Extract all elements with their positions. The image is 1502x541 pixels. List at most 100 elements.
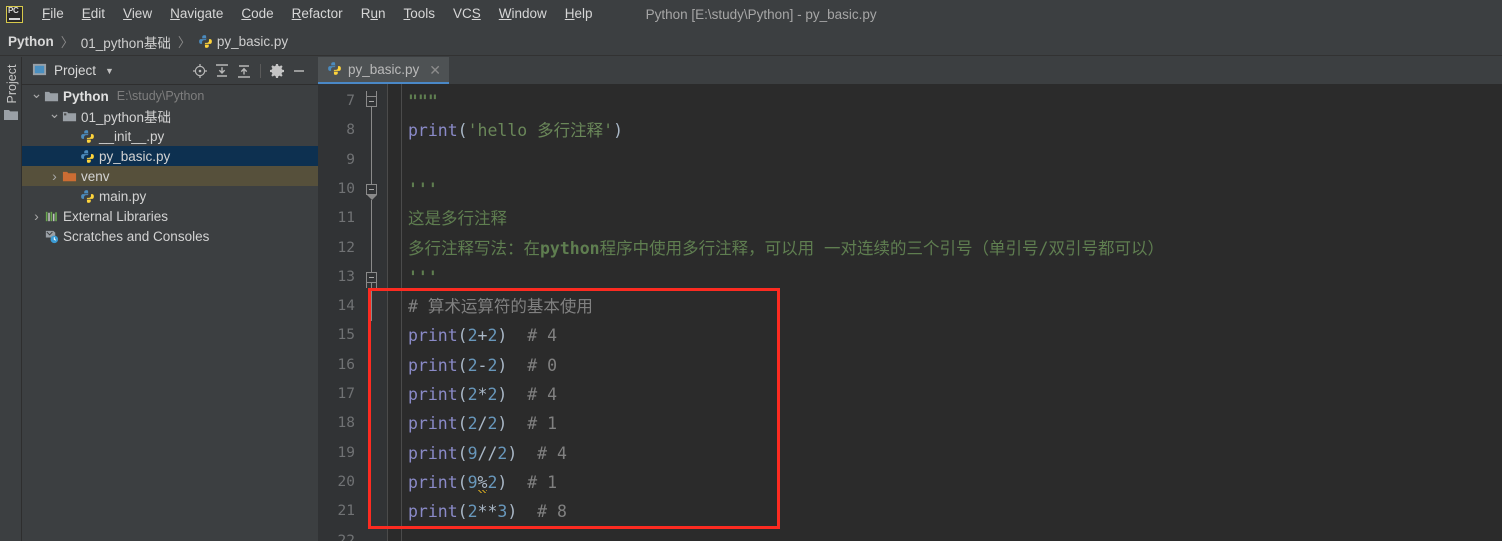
project-panel-toolbar: [189, 60, 318, 82]
folder-orange-icon: [61, 169, 78, 184]
tree-node-py_basic.py[interactable]: py_basic.py: [22, 146, 318, 166]
code-token: 2: [487, 326, 498, 346]
tab-py-basic[interactable]: py_basic.py ✕: [318, 57, 450, 84]
chevron-right-icon[interactable]: ›: [48, 168, 61, 184]
menu-item-vcs[interactable]: VCS: [444, 0, 490, 28]
tree-node-label: Scratches and Consoles: [63, 228, 210, 244]
menu-item-edit[interactable]: Edit: [73, 0, 114, 28]
code-token: # 4: [517, 443, 567, 463]
menu-item-navigate[interactable]: Navigate: [161, 0, 232, 28]
folder-icon[interactable]: [4, 109, 18, 124]
code-token: ''': [408, 179, 438, 199]
code-line-20[interactable]: print(9%2) # 1: [388, 468, 557, 497]
breadcrumb-separator-icon: 〉: [177, 35, 191, 50]
menu-items: File Edit View Navigate Code Refactor Run Tools…: [33, 0, 602, 28]
project-window-icon: [32, 62, 47, 80]
code-token: ): [497, 385, 508, 404]
code-line-10[interactable]: ''': [388, 175, 438, 204]
fold-marker-collapse[interactable]: [366, 183, 377, 195]
code-line-22[interactable]: [388, 527, 408, 541]
code-line-15[interactable]: print(2+2) # 4: [388, 321, 557, 350]
locate-icon[interactable]: [189, 60, 211, 82]
line-number: 7: [346, 93, 355, 109]
code-token: # 算术运算符的基本使用: [408, 297, 593, 317]
code-token: 多行注释写法：在: [408, 238, 540, 258]
code-token: (: [457, 355, 468, 375]
code-token: print: [408, 414, 458, 434]
code-token: # 4: [507, 385, 558, 404]
breadcrumb-item-file[interactable]: py_basic.py: [198, 28, 288, 56]
menu-item-view[interactable]: View: [114, 0, 161, 28]
tree-node-external-libraries[interactable]: › External Libraries: [22, 206, 318, 226]
line-number: 16: [337, 356, 355, 373]
breadcrumb-root[interactable]: Python: [0, 28, 54, 56]
menu-item-file[interactable]: File: [33, 0, 73, 28]
chevron-down-icon[interactable]: ⌄: [30, 85, 43, 102]
code-line-11[interactable]: 这是多行注释: [388, 204, 507, 233]
tree-node-label: main.py: [99, 188, 147, 204]
code-token: 2: [467, 414, 478, 434]
tool-window-button-project[interactable]: Project: [5, 56, 19, 112]
code-line-13[interactable]: ''': [388, 263, 438, 292]
menu-item-tools[interactable]: Tools: [394, 0, 444, 28]
chevron-down-icon[interactable]: ▼: [105, 66, 114, 76]
code-line-18[interactable]: print(2/2) # 1: [388, 409, 557, 438]
tree-node-main.py[interactable]: main.py: [22, 186, 318, 206]
collapse-all-icon[interactable]: [233, 60, 255, 82]
code-line-12[interactable]: 多行注释写法：在python程序中使用多行注释，可以用 一对连续的三个引号（单引…: [388, 234, 1164, 263]
chevron-right-icon[interactable]: ›: [30, 208, 43, 224]
menu-item-refactor[interactable]: Refactor: [283, 0, 352, 28]
menu-item-run[interactable]: Run: [352, 0, 395, 28]
close-icon[interactable]: ✕: [429, 63, 441, 77]
code-line-7[interactable]: """: [388, 87, 438, 116]
menu-item-code[interactable]: Code: [232, 0, 282, 28]
code-line-14[interactable]: # 算术运算符的基本使用: [388, 292, 593, 321]
tree-node-venv[interactable]: › venv: [22, 166, 318, 186]
code-line-16[interactable]: print(2-2) # 0: [388, 351, 557, 380]
python-file-icon: [79, 189, 96, 204]
python-file-icon: [198, 34, 213, 49]
code-token: *: [477, 385, 488, 404]
code-line-21[interactable]: print(2**3) # 8: [388, 497, 567, 526]
tree-node-label: External Libraries: [63, 208, 169, 224]
tree-node-python[interactable]: ⌄ Python E:\study\Python: [22, 85, 318, 106]
line-number: 18: [337, 415, 355, 432]
code-token: 程序中使用多行注释，可以用 一对连续的三个引号（单引号/双引号都可以）: [599, 238, 1164, 258]
code-line-9[interactable]: [388, 146, 408, 175]
line-number: 19: [337, 444, 355, 461]
menu-bar: FileEditViewNavigateCodeRefactorRunTools…: [0, 0, 1502, 28]
code-token: (: [457, 121, 468, 141]
vertical-scrollbar[interactable]: [1489, 111, 1502, 541]
code-token: ): [497, 355, 508, 375]
line-number: 14: [337, 298, 355, 315]
line-number: 8: [346, 122, 355, 139]
line-number: 17: [337, 386, 355, 402]
code-viewport[interactable]: 7 8 9 10 11 12 13 14 15 16 17 18 19 20 21 22 """ print('…: [318, 84, 1502, 541]
code-token: 2: [487, 355, 498, 375]
line-number: 20: [337, 473, 355, 490]
menu-item-window[interactable]: Window: [490, 0, 556, 28]
menu-item-help[interactable]: Help: [556, 0, 602, 28]
fold-marker-collapse[interactable]: [366, 96, 377, 107]
chevron-down-icon[interactable]: ⌄: [48, 105, 61, 122]
expand-all-icon[interactable]: [211, 60, 233, 82]
tree-node-scratches-and-consoles[interactable]: Scratches and Consoles: [22, 226, 318, 246]
tree-node-__init__.py[interactable]: __init__.py: [22, 126, 318, 146]
line-number-gutter[interactable]: 7 8 9 10 11 12 13 14 15 16 17 18 19 20 21 22: [318, 84, 388, 541]
fold-region-line: [371, 282, 372, 322]
fold-marker-collapse[interactable]: [366, 271, 377, 283]
line-number: 9: [346, 151, 355, 168]
code-token: ): [497, 414, 508, 434]
code-line-8[interactable]: print('hello 多行注释'): [388, 116, 623, 145]
gear-icon[interactable]: [266, 60, 288, 82]
tree-node-01_python-[interactable]: ⌄ 01_python基础: [22, 105, 318, 126]
code-text[interactable]: """ print('hello 多行注释') ''' 这是多行注释 多行注释写法：在p…: [388, 84, 1502, 541]
code-token: (: [457, 443, 468, 463]
code-token: (: [457, 502, 468, 522]
line-number: 11: [337, 210, 355, 227]
minimize-icon[interactable]: [288, 60, 310, 82]
code-line-19[interactable]: print(9//2) # 4: [388, 439, 567, 468]
code-token: # 8: [517, 502, 567, 522]
breadcrumb-item-folder[interactable]: 01_python基础: [81, 28, 171, 56]
code-line-17[interactable]: print(2*2) # 4: [388, 380, 557, 409]
